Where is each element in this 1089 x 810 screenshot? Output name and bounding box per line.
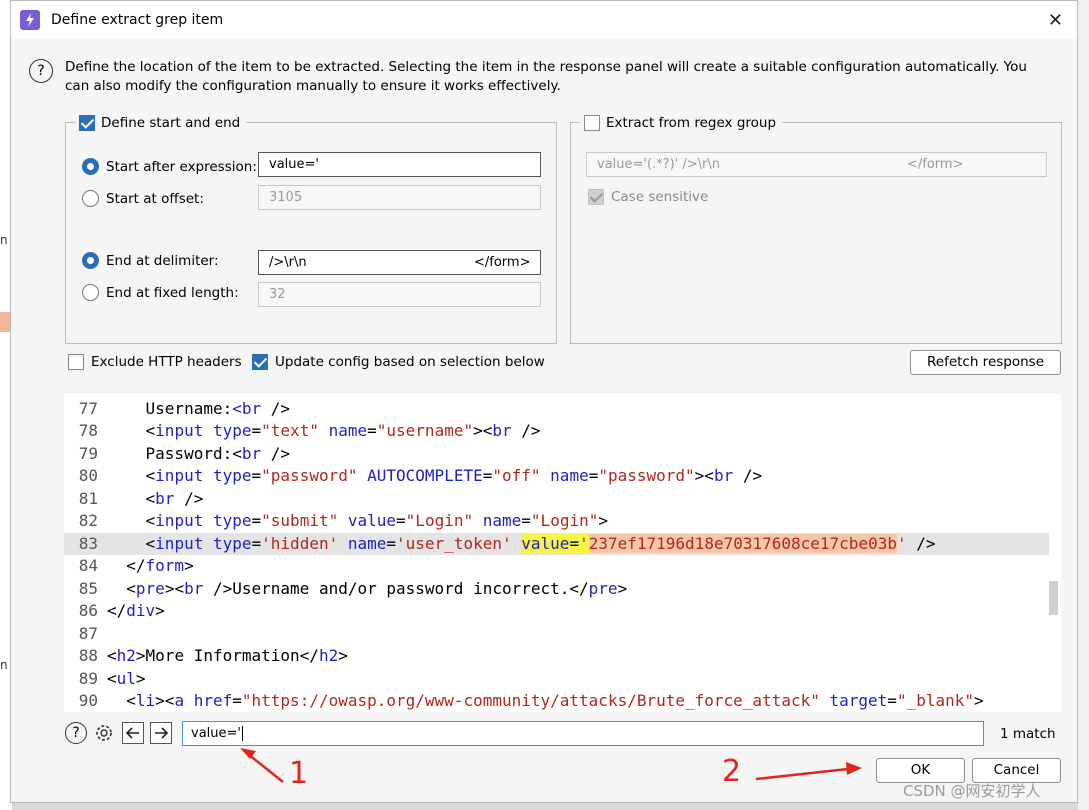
update-config-option[interactable]: Update config based on selection below [252, 354, 545, 370]
code-line: 77 Username:<br /> [78, 399, 291, 418]
define-start-end-label: Define start and end [101, 115, 241, 131]
code-line: 88 <h2>More Information</h2> [78, 646, 348, 665]
case-sensitive-label: Case sensitive [611, 189, 709, 205]
code-line: 84 </form> [78, 556, 194, 575]
end-delimiter-radio[interactable] [82, 252, 99, 269]
case-sensitive-checkbox[interactable] [588, 189, 604, 205]
settings-gear-icon[interactable] [93, 722, 115, 744]
editor-scrollbar[interactable] [1049, 581, 1058, 615]
start-offset-value: 3105 [269, 190, 303, 205]
watermark: CSDN @网安初学人 [903, 782, 1041, 800]
end-delimiter-option[interactable]: End at delimiter: [82, 252, 219, 269]
background-text: n [0, 233, 8, 247]
update-config-label: Update config based on selection below [275, 354, 545, 370]
start-offset-label: Start at offset: [106, 190, 204, 207]
background-text: n [0, 658, 8, 672]
case-sensitive-option[interactable]: Case sensitive [588, 189, 708, 205]
code-line: 87 [78, 624, 98, 643]
end-fixed-length-option[interactable]: End at fixed length: [82, 284, 239, 301]
code-line-selected: 83 <input type='hidden' name='user_token… [64, 533, 1049, 555]
start-after-option[interactable]: Start after expression: [82, 158, 257, 175]
search-help-icon[interactable]: ? [65, 722, 87, 744]
code-line: 86 </div> [78, 601, 165, 620]
annotation-label-2: 2 [722, 754, 742, 789]
search-input[interactable]: value=' [182, 721, 984, 746]
burp-lightning-icon [20, 10, 40, 30]
exclude-headers-checkbox[interactable] [68, 354, 84, 370]
end-fixed-length-label: End at fixed length: [106, 284, 239, 301]
end-fixed-length-value: 32 [269, 287, 286, 302]
start-offset-option[interactable]: Start at offset: [82, 190, 204, 207]
extract-grep-dialog: Define extract grep item ✕ ? Define the … [10, 0, 1078, 803]
regex-toggle[interactable]: Extract from regex group [580, 115, 783, 131]
code-line: 85 <pre><br />Username and/or password i… [78, 579, 628, 598]
regex-expression-value-right: </form> [907, 157, 964, 172]
match-count: 1 match [1000, 726, 1056, 742]
code-line: 81 <br /> [78, 489, 204, 508]
code-line: 78 <input type="text" name="username"><b… [78, 421, 541, 440]
previous-match-icon[interactable] [122, 722, 144, 744]
regex-expression-value: value='(.*?)' />\r\n [597, 157, 720, 172]
help-icon[interactable]: ? [29, 59, 53, 83]
end-fixed-length-input[interactable]: 32 [258, 282, 541, 307]
end-delimiter-value-right: </form> [474, 255, 531, 270]
regex-checkbox[interactable] [584, 115, 600, 131]
dialog-title: Define extract grep item [51, 12, 224, 28]
background-highlight [0, 312, 10, 332]
background-window-right [1078, 0, 1089, 810]
regex-expression-input[interactable]: value='(.*?)' />\r\n </form> [586, 152, 1047, 177]
end-delimiter-label: End at delimiter: [106, 252, 219, 269]
regex-label: Extract from regex group [606, 115, 777, 131]
start-after-value: value=' [269, 157, 319, 172]
refetch-response-button[interactable]: Refetch response [910, 350, 1061, 375]
annotation-label-1: 1 [289, 756, 309, 791]
start-offset-radio[interactable] [82, 190, 99, 207]
exclude-headers-label: Exclude HTTP headers [91, 354, 242, 370]
update-config-checkbox[interactable] [252, 354, 268, 370]
end-fixed-length-radio[interactable] [82, 284, 99, 301]
exclude-headers-option[interactable]: Exclude HTTP headers [68, 354, 242, 370]
code-line: 80 <input type="password" AUTOCOMPLETE="… [78, 466, 763, 485]
title-bar: Define extract grep item ✕ [11, 1, 1077, 39]
code-line: 79 Password:<br /> [78, 444, 291, 463]
dialog-description: Define the location of the item to be ex… [65, 59, 1027, 94]
response-editor[interactable]: 77 Username:<br /> 78 <input type="text"… [64, 394, 1061, 712]
close-icon[interactable]: ✕ [1048, 10, 1063, 31]
end-delimiter-value: />\r\n [269, 255, 307, 270]
next-match-icon[interactable] [150, 722, 172, 744]
start-after-label: Start after expression: [106, 158, 257, 175]
end-delimiter-input[interactable]: />\r\n </form> [258, 250, 541, 275]
start-offset-input[interactable]: 3105 [258, 185, 541, 210]
search-value: value=' [191, 726, 241, 741]
code-line: 89 <ul> [78, 669, 146, 688]
code-line: 82 <input type="submit" value="Login" na… [78, 511, 608, 530]
define-start-end-toggle[interactable]: Define start and end [75, 115, 247, 131]
define-start-end-checkbox[interactable] [79, 115, 95, 131]
start-after-radio[interactable] [82, 158, 99, 175]
code-line: 90 <li><a href="https://owasp.org/www-co… [78, 691, 984, 710]
start-after-input[interactable]: value=' [258, 152, 541, 177]
